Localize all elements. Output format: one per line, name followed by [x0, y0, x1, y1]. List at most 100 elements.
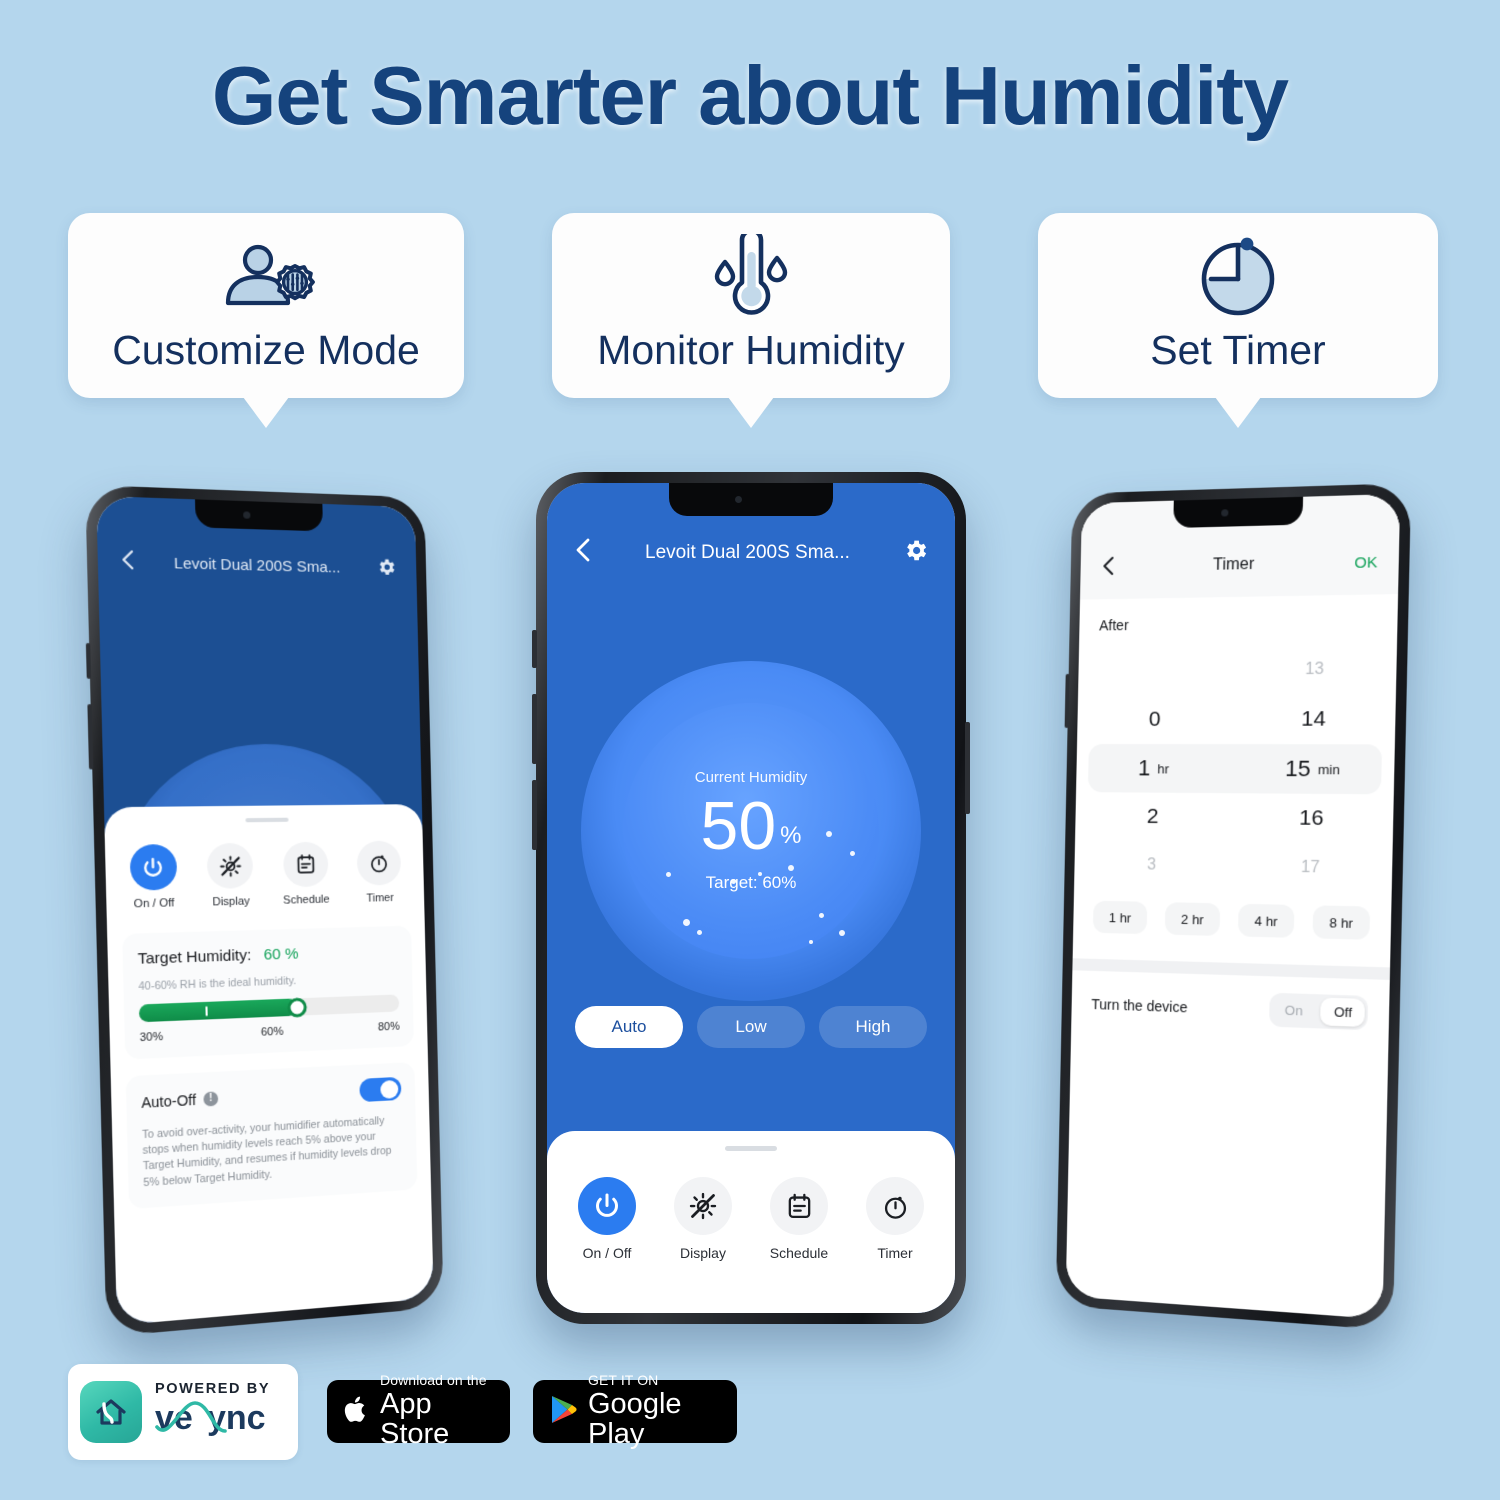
vesync-wordmark: ve ync [155, 1399, 266, 1437]
phone-power-button[interactable] [965, 722, 970, 814]
segment-on[interactable]: On [1269, 993, 1319, 1029]
gear-icon[interactable] [902, 537, 929, 570]
action-label: On / Off [133, 897, 175, 911]
timer-presets: 1 hr 2 hr 4 hr 8 hr [1073, 888, 1391, 940]
feature-card-monitor-humidity: Monitor Humidity [552, 213, 950, 428]
picker-item[interactable]: 13 [1234, 644, 1397, 695]
action-schedule[interactable]: Schedule [268, 841, 344, 907]
google-play-big-label: Google Play [588, 1387, 682, 1451]
picker-item[interactable]: 17 [1230, 842, 1393, 894]
picker-item[interactable]: 14 [1233, 694, 1396, 744]
current-humidity-value: 50 % [700, 788, 802, 865]
app-store-badge[interactable]: Download on the App Store [327, 1373, 510, 1450]
mode-selector: Auto Low High [575, 1006, 927, 1048]
phone-volume-up-button[interactable] [532, 694, 537, 764]
mode-pill-high[interactable]: High [819, 1006, 927, 1048]
target-humidity-label: Target Humidity: [137, 946, 252, 968]
picker-item[interactable]: 3 [1074, 840, 1231, 891]
humidity-dial: Current Humidity 50 % Target: 60% [623, 703, 879, 959]
back-chevron-icon[interactable] [573, 535, 593, 571]
turn-device-label: Turn the device [1091, 995, 1188, 1015]
target-humidity-readout: Target: 60% [705, 872, 797, 892]
picker-item[interactable]: 0 [1077, 695, 1234, 744]
vesync-house-icon [80, 1381, 142, 1443]
app-store-text: Download on the App Store [380, 1373, 494, 1450]
humidity-unit: % [780, 822, 802, 849]
app-header: Levoit Dual 200S Sma... [97, 546, 416, 583]
slider-notch [204, 1006, 208, 1016]
phone-mute-button[interactable] [532, 630, 537, 668]
picker-column-hours[interactable]: 0 1 hr 2 3 [1074, 646, 1235, 891]
action-display[interactable]: Display [655, 1177, 751, 1261]
slider-thumb[interactable] [287, 996, 308, 1018]
action-on-off[interactable]: On / Off [114, 843, 194, 911]
slider-min-label: 30% [139, 1030, 164, 1045]
preset-2hr[interactable]: 2 hr [1164, 902, 1221, 936]
display-brightness-off-icon [206, 842, 254, 890]
action-display[interactable]: Display [191, 842, 269, 910]
preset-1hr[interactable]: 1 hr [1092, 900, 1148, 935]
back-chevron-icon[interactable] [119, 547, 137, 577]
action-on-off[interactable]: On / Off [559, 1177, 655, 1261]
footer-badges: POWERED BY ve ync Download on the App St… [0, 1362, 1500, 1472]
picker-item[interactable]: 16 [1231, 793, 1394, 844]
app-header: Levoit Dual 200S Sma... [547, 535, 955, 571]
target-humidity-hint: 40-60% RH is the ideal humidity. [138, 974, 297, 994]
phone-volume-button[interactable] [87, 704, 94, 770]
feature-card-label: Monitor Humidity [597, 327, 905, 373]
phone-right-set-timer: Timer OK After 0 1 hr 2 3 13 14 15 min 1… [1055, 483, 1412, 1331]
phone-volume-button[interactable] [1064, 673, 1070, 728]
auto-off-toggle[interactable] [359, 1076, 402, 1103]
picker-item-selected[interactable]: 1 hr [1076, 744, 1233, 793]
mode-pill-low[interactable]: Low [697, 1006, 805, 1048]
duration-picker[interactable]: 0 1 hr 2 3 13 14 15 min 16 17 [1074, 644, 1397, 894]
quick-actions: On / Off Display Schedule Timer [547, 1177, 955, 1261]
humidity-halo: Current Humidity 50 % Target: 60% [581, 661, 921, 1001]
mode-pill-auto[interactable]: Auto [575, 1006, 683, 1048]
mist-dot [808, 939, 813, 944]
back-chevron-icon[interactable] [1100, 553, 1116, 583]
sheet-grabber[interactable] [245, 817, 289, 823]
vesync-text: POWERED BY ve ync [155, 1381, 305, 1444]
preset-8hr[interactable]: 8 hr [1312, 905, 1371, 940]
phone-notch [195, 499, 324, 532]
slider-ticks: 30% 60% 80% [140, 1021, 400, 1045]
sheet-grabber[interactable] [725, 1146, 777, 1151]
picker-column-minutes[interactable]: 13 14 15 min 16 17 [1230, 644, 1397, 894]
action-timer[interactable]: Timer [342, 840, 416, 905]
mist-dot [757, 871, 762, 876]
mode-label: Auto [611, 1017, 647, 1036]
target-humidity-slider[interactable] [138, 994, 400, 1023]
powered-by-label: POWERED BY [155, 1380, 271, 1397]
action-label: Schedule [283, 893, 330, 907]
action-label: Schedule [769, 1245, 829, 1261]
feature-card-label: Customize Mode [112, 327, 420, 373]
feature-card-customize-mode: Customize Mode [68, 213, 464, 428]
auto-off-panel: Auto-Off ! To avoid over-activity, your … [125, 1062, 418, 1209]
phone-volume-down-button[interactable] [532, 780, 537, 850]
picker-item-selected[interactable]: 15 min [1232, 744, 1395, 794]
segment-off[interactable]: Off [1318, 994, 1368, 1030]
mode-label: Low [735, 1017, 767, 1036]
picker-item[interactable]: 2 [1075, 792, 1232, 842]
mist-dot [839, 929, 846, 936]
phone-mute-button[interactable] [85, 642, 92, 679]
target-humidity-row: Target Humidity: 60 % [138, 942, 399, 968]
google-play-badge[interactable]: GET IT ON Google Play [533, 1373, 737, 1450]
app-store-small-label: Download on the [380, 1372, 487, 1389]
google-play-small-label: GET IT ON [588, 1372, 659, 1389]
action-timer[interactable]: Timer [847, 1177, 943, 1261]
info-icon[interactable]: ! [203, 1090, 219, 1107]
action-schedule[interactable]: Schedule [751, 1177, 847, 1261]
target-humidity-value: 60 % [263, 945, 299, 964]
timer-screen: Timer OK After 0 1 hr 2 3 13 14 15 min 1… [1065, 493, 1401, 1320]
front-camera [1220, 509, 1228, 517]
toggle-knob [380, 1079, 399, 1099]
thermometer-droplets-icon [705, 233, 797, 325]
gear-icon[interactable] [376, 556, 397, 582]
phone-center-monitor-humidity: Levoit Dual 200S Sma... Current Humidity… [532, 472, 970, 1324]
mist-dot [666, 871, 671, 877]
timer-ok-button[interactable]: OK [1354, 553, 1377, 571]
turn-device-segmented-control[interactable]: On Off [1269, 992, 1369, 1031]
preset-4hr[interactable]: 4 hr [1237, 903, 1295, 938]
